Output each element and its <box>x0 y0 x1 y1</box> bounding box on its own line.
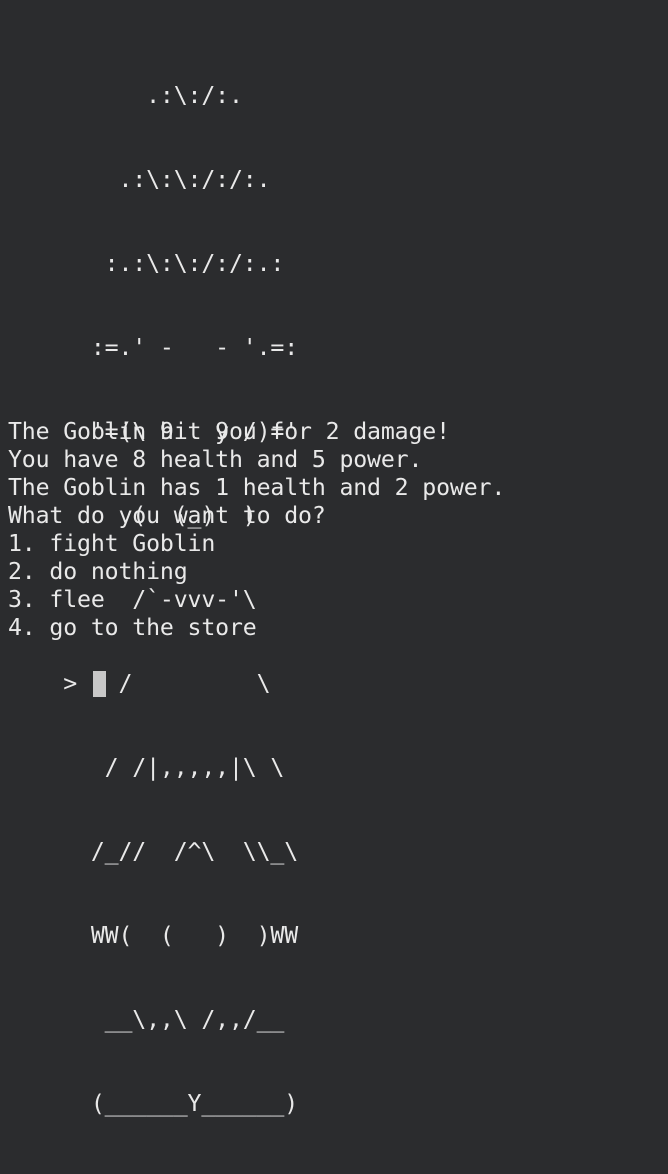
game-output: The Goblin hit you for 2 damage! You hav… <box>8 418 505 642</box>
ascii-art-line: :=.' - - '.=: <box>8 334 299 361</box>
ascii-art-line: /_// /^\ \\_\ <box>8 838 299 865</box>
enemy-status: The Goblin has 1 health and 2 power. <box>8 474 506 501</box>
terminal-window[interactable]: .:\:/:. .:\:\:/:/:. :.:\:\:/:/:.: :=.' -… <box>0 0 668 1117</box>
menu-option-fight: 1. fight Goblin <box>8 530 216 557</box>
menu-option-store: 4. go to the store <box>8 614 257 641</box>
menu-option-do-nothing: 2. do nothing <box>8 558 188 585</box>
input-prompt-line[interactable]: > <box>8 642 106 697</box>
ascii-art-line: .:\:/:. <box>8 82 243 109</box>
player-status: You have 8 health and 5 power. <box>8 446 423 473</box>
prompt-symbol: > <box>63 670 78 697</box>
ascii-art-line: WW( ( ) )WW <box>8 922 299 949</box>
menu-option-flee: 3. flee <box>8 586 105 613</box>
ascii-art-line: (______Y______) <box>8 1090 299 1117</box>
ascii-art-line: .:\:\:/:/:. <box>8 166 271 193</box>
text-cursor[interactable] <box>92 671 106 697</box>
damage-message: The Goblin hit you for 2 damage! <box>8 418 450 445</box>
ascii-art-line: / /|,,,,,|\ \ <box>8 754 285 781</box>
ascii-art-line: :.:\:\:/:/:.: <box>8 250 285 277</box>
action-question: What do you want to do? <box>8 502 326 529</box>
ascii-art-line: __\,,\ /,,/__ <box>8 1006 285 1033</box>
